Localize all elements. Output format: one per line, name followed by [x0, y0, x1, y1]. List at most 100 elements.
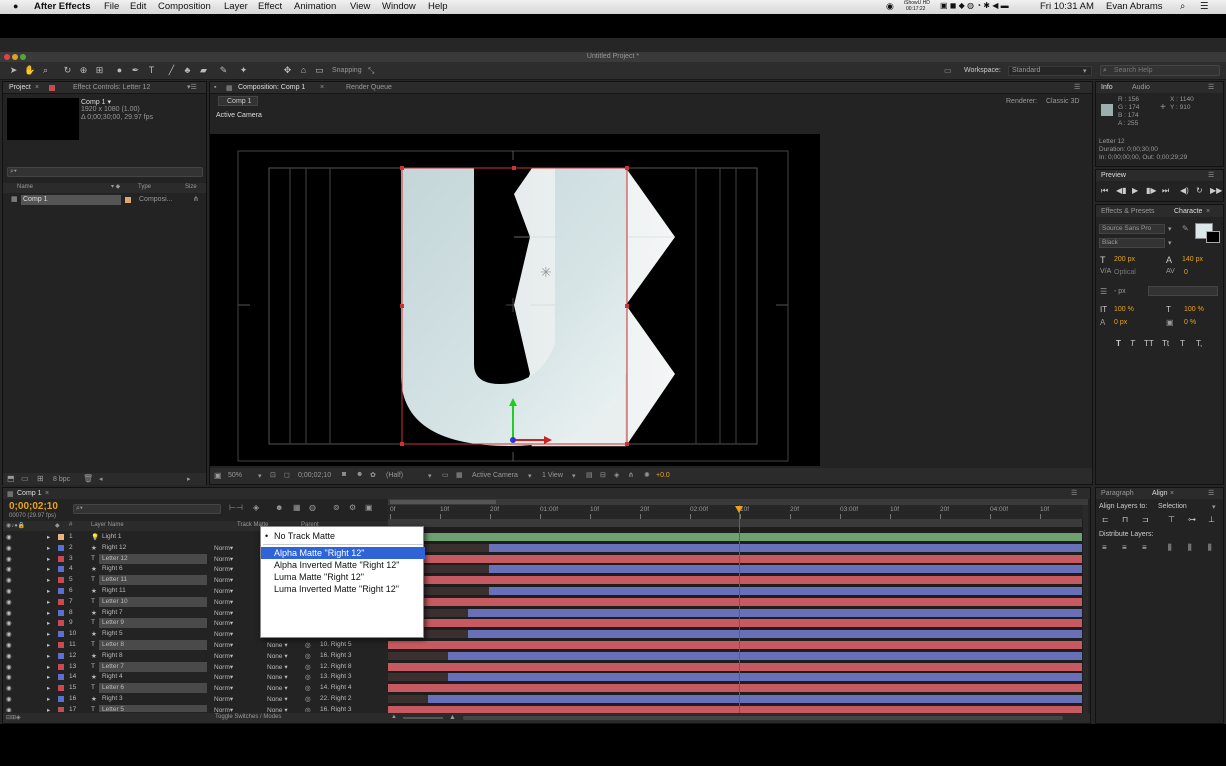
- frame-blending-icon[interactable]: ▦: [293, 503, 301, 512]
- layer-row[interactable]: ◉ ▸ 17 T Letter 5 Norm▾ None ▾ ◎ 16. Right 3: [3, 704, 389, 712]
- toggle-pixel-aspect-icon[interactable]: ▤: [586, 471, 593, 479]
- visibility-eye-icon[interactable]: ◉: [6, 630, 12, 638]
- panel-menu-icon[interactable]: ☰: [1208, 489, 1214, 500]
- layer-parent[interactable]: 13. Right 3: [320, 673, 351, 680]
- close-icon[interactable]: ×: [1170, 490, 1174, 501]
- layer-name[interactable]: Letter 11: [102, 576, 127, 583]
- layer-mode[interactable]: Norm▾: [214, 576, 233, 584]
- layer-mode[interactable]: Norm▾: [214, 598, 233, 606]
- visibility-eye-icon[interactable]: ◉: [6, 706, 12, 712]
- layer-label-color[interactable]: [58, 534, 64, 540]
- tracking-value[interactable]: 0: [1184, 269, 1188, 276]
- axis-mode-icon[interactable]: ✥: [282, 65, 293, 76]
- comp-subtab[interactable]: Comp 1: [218, 96, 258, 106]
- zoom-out-icon[interactable]: ▲: [391, 714, 397, 720]
- view-layout-select[interactable]: 1 View: [542, 472, 563, 479]
- resolution-select[interactable]: (Half): [386, 472, 403, 479]
- workspace-select[interactable]: Standard ▾: [1008, 66, 1092, 76]
- layer-row[interactable]: ◉ ▸ 14 ★ Right 4 Norm▾ None ▾ ◎ 13. Right 3: [3, 672, 389, 683]
- layer-parent[interactable]: 16. Right 3: [320, 652, 351, 659]
- layer-expand-icon[interactable]: ▸: [47, 533, 50, 541]
- brainstorm-icon[interactable]: ⚙: [349, 503, 356, 512]
- align-to-select[interactable]: Selection: [1158, 503, 1187, 510]
- layer-expand-icon[interactable]: ▸: [47, 587, 50, 595]
- layer-duration-bar[interactable]: [388, 576, 1082, 585]
- layer-name[interactable]: Letter 9: [102, 619, 124, 626]
- layer-expand-icon[interactable]: ▸: [47, 555, 50, 563]
- layer-duration-bar[interactable]: [488, 587, 1082, 595]
- tab-render-queue[interactable]: Render Queue: [346, 84, 392, 95]
- layer-name[interactable]: Right 3: [102, 695, 123, 702]
- align-bottom-icon[interactable]: ⊥: [1208, 515, 1215, 524]
- last-frame-icon[interactable]: ⏭: [1162, 186, 1169, 196]
- list-icon[interactable]: ☰: [1200, 1, 1209, 12]
- tab-effects-presets[interactable]: Effects & Presets: [1101, 208, 1155, 219]
- layer-duration-bar[interactable]: [448, 651, 1082, 660]
- zoom-slider[interactable]: [403, 717, 443, 719]
- visibility-eye-icon[interactable]: ◉: [6, 598, 12, 606]
- faux-bold-button[interactable]: T: [1116, 339, 1121, 348]
- lock-icon[interactable]: ▪: [214, 84, 216, 95]
- align-right-icon[interactable]: ⊐: [1142, 515, 1149, 524]
- layer-track-matte[interactable]: None ▾: [267, 706, 288, 712]
- pen-tool-icon[interactable]: ✒: [130, 65, 141, 76]
- layer-label-color[interactable]: [58, 663, 64, 670]
- visibility-eye-icon[interactable]: ◉: [6, 652, 12, 660]
- exposure-value[interactable]: +0.0: [656, 472, 670, 479]
- prev-frame-icon[interactable]: ◀▮: [1116, 186, 1127, 195]
- layer-expand-icon[interactable]: ▸: [47, 619, 50, 627]
- layer-name[interactable]: Right 4: [102, 673, 123, 680]
- layer-expand-icon[interactable]: ▸: [47, 598, 50, 606]
- roto-brush-tool-icon[interactable]: ✎: [218, 65, 229, 76]
- menu-composition[interactable]: Composition: [158, 1, 211, 12]
- timeline-current-time[interactable]: 0;00;02;10: [9, 501, 58, 512]
- snapshot-icon[interactable]: ◙: [342, 471, 346, 478]
- layer-label-color[interactable]: [58, 696, 64, 702]
- subscript-button[interactable]: T,: [1196, 339, 1202, 348]
- eraser-tool-icon[interactable]: ▰: [198, 65, 209, 76]
- layer-label-color[interactable]: [58, 706, 64, 712]
- distribute-left-icon[interactable]: ⫼: [1168, 543, 1172, 553]
- font-size-value[interactable]: 200 px: [1114, 256, 1135, 263]
- layer-mode[interactable]: Norm▾: [214, 652, 233, 660]
- snapping-icon[interactable]: ⤡: [368, 66, 374, 76]
- current-time-indicator[interactable]: [739, 505, 741, 713]
- horizontal-scale-value[interactable]: 100 %: [1184, 306, 1204, 313]
- layer-duration-bar[interactable]: [388, 684, 1082, 693]
- flowchart-icon[interactable]: ⋔: [628, 471, 634, 479]
- track-matte-option[interactable]: Luma Inverted Matte "Right 12": [261, 583, 425, 595]
- layer-name[interactable]: Letter 8: [102, 641, 124, 648]
- layer-track-matte[interactable]: None ▾: [267, 695, 288, 703]
- tab-paragraph[interactable]: Paragraph: [1101, 490, 1134, 501]
- tab-project[interactable]: Project: [9, 84, 31, 95]
- layer-track-matte[interactable]: None ▾: [267, 652, 288, 660]
- ram-preview-icon[interactable]: ▶▶: [1210, 186, 1222, 195]
- exposure-icon[interactable]: ✺: [644, 471, 650, 479]
- clone-tool-icon[interactable]: ♣: [182, 65, 193, 76]
- visibility-eye-icon[interactable]: ◉: [6, 587, 12, 595]
- visibility-eye-icon[interactable]: ◉: [6, 544, 12, 552]
- layer-expand-icon[interactable]: ▸: [47, 673, 50, 681]
- layer-parent[interactable]: 16. Right 3: [320, 706, 351, 712]
- close-icon[interactable]: ×: [35, 84, 39, 95]
- app-menu[interactable]: After Effects: [34, 1, 91, 12]
- layer-name[interactable]: Letter 10: [102, 598, 128, 605]
- layer-expand-icon[interactable]: ▸: [47, 609, 50, 617]
- visibility-eye-icon[interactable]: ◉: [6, 663, 12, 671]
- visibility-eye-icon[interactable]: ◉: [6, 565, 12, 573]
- tab-composition[interactable]: Composition: Comp 1: [238, 84, 305, 95]
- panel-menu-icon[interactable]: ▾☰: [187, 83, 197, 94]
- layer-duration-bar[interactable]: [388, 705, 1082, 713]
- apple-icon[interactable]: ●: [13, 1, 18, 11]
- layer-mode[interactable]: Norm▾: [214, 587, 233, 595]
- parent-pickwhip-icon[interactable]: ◎: [305, 663, 311, 671]
- audio-icon[interactable]: ◀): [1180, 186, 1189, 195]
- visibility-eye-icon[interactable]: ◉: [6, 609, 12, 617]
- layer-track-matte[interactable]: None ▾: [267, 673, 288, 681]
- menu-help[interactable]: Help: [428, 1, 448, 12]
- baseline-shift-value[interactable]: 0 px: [1114, 319, 1127, 326]
- distribute-top-icon[interactable]: ≡: [1102, 543, 1107, 552]
- layer-duration-bar[interactable]: [467, 630, 1082, 639]
- current-time[interactable]: 0;00;02;10: [298, 472, 331, 479]
- menu-animation[interactable]: Animation: [294, 1, 336, 12]
